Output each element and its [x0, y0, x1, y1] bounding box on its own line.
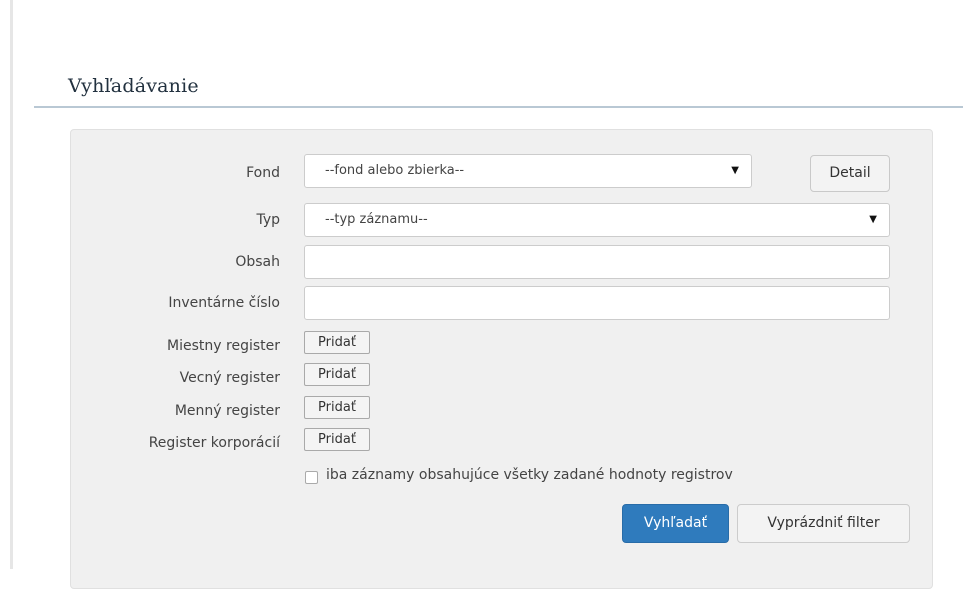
- chevron-down-icon: ▼: [869, 214, 877, 225]
- menny-register-label: Menný register: [174, 403, 280, 419]
- register-korporacii-label: Register korporácií: [148, 435, 280, 451]
- fond-select[interactable]: --fond alebo zbierka-- ▼: [304, 154, 752, 188]
- miestny-register-label: Miestny register: [167, 338, 280, 354]
- detail-button[interactable]: Detail: [810, 155, 890, 192]
- fond-select-value: --fond alebo zbierka--: [325, 163, 465, 178]
- typ-label: Typ: [256, 212, 280, 228]
- inventarne-cislo-input[interactable]: [304, 286, 890, 320]
- left-border: [10, 0, 13, 569]
- miestny-register-add-button[interactable]: Pridať: [304, 331, 370, 354]
- obsah-input[interactable]: [304, 245, 890, 279]
- section-divider: [34, 106, 963, 108]
- typ-select-value: --typ záznamu--: [325, 212, 428, 227]
- search-button[interactable]: Vyhľadať: [622, 504, 729, 543]
- only-all-registers-label: iba záznamy obsahujúce všetky zadané hod…: [326, 467, 733, 483]
- clear-filter-button[interactable]: Vyprázdniť filter: [737, 504, 910, 543]
- fond-label: Fond: [246, 165, 280, 181]
- typ-select[interactable]: --typ záznamu-- ▼: [304, 203, 890, 237]
- obsah-label: Obsah: [235, 254, 280, 270]
- vecny-register-add-button[interactable]: Pridať: [304, 363, 370, 386]
- menny-register-add-button[interactable]: Pridať: [304, 396, 370, 419]
- only-all-registers-checkbox[interactable]: [305, 471, 318, 484]
- register-korporacii-add-button[interactable]: Pridať: [304, 428, 370, 451]
- chevron-down-icon: ▼: [731, 165, 739, 176]
- section-title: Vyhľadávanie: [68, 75, 199, 97]
- inventarne-cislo-label: Inventárne číslo: [168, 295, 280, 311]
- vecny-register-label: Vecný register: [179, 370, 280, 386]
